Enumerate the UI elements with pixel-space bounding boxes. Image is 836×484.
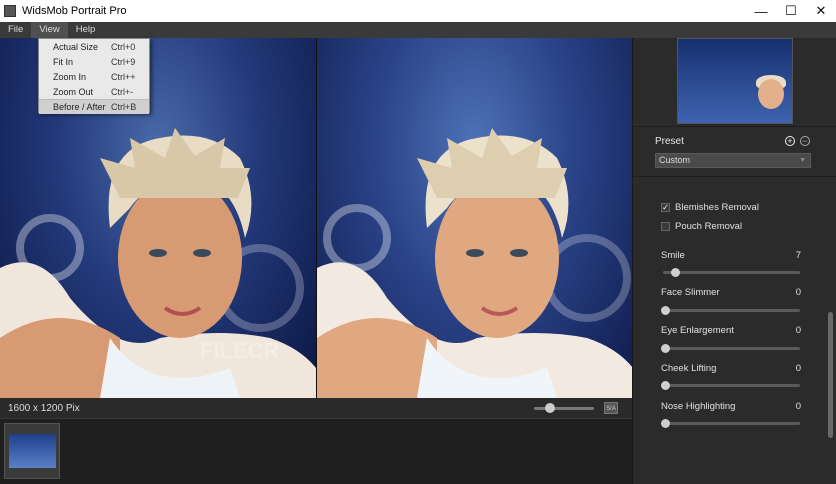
filmstrip bbox=[0, 418, 632, 484]
view-menu-dropdown: Actual Size Ctrl+0 Fit In Ctrl+9 Zoom In Ct… bbox=[38, 38, 150, 114]
minimize-button[interactable]: — bbox=[746, 0, 776, 22]
pouch-removal-label: Pouch Removal bbox=[675, 221, 743, 232]
menu-item-before-after[interactable]: Before / After Ctrl+B bbox=[39, 99, 149, 114]
adjustment-panel: Preset + − Custom ▼ ✓ Blemishes Removal … bbox=[632, 38, 836, 484]
menu-bar: File View Help bbox=[0, 22, 836, 38]
menu-file[interactable]: File bbox=[0, 22, 31, 38]
thumbnail[interactable] bbox=[4, 423, 60, 479]
menu-view[interactable]: View bbox=[31, 22, 68, 38]
window-title: WidsMob Portrait Pro bbox=[22, 5, 127, 17]
title-bar: WidsMob Portrait Pro — ☐ ✕ bbox=[0, 0, 836, 22]
face-slimmer-slider-knob[interactable] bbox=[661, 306, 670, 315]
face-slimmer-value: 0 bbox=[795, 287, 801, 298]
nose-highlighting-value: 0 bbox=[795, 401, 801, 412]
eye-enlargement-slider-knob[interactable] bbox=[661, 344, 670, 353]
menu-item-zoom-in[interactable]: Zoom In Ctrl++ bbox=[39, 69, 149, 84]
watermark: FILECR bbox=[200, 338, 280, 363]
eye-enlargement-slider[interactable] bbox=[663, 347, 800, 350]
pouch-removal-checkbox[interactable] bbox=[661, 222, 670, 231]
preview-face bbox=[758, 79, 784, 109]
face-slimmer-label: Face Slimmer bbox=[661, 287, 720, 298]
after-image bbox=[316, 38, 632, 398]
smile-slider-knob[interactable] bbox=[671, 268, 680, 277]
menu-item-fit-in[interactable]: Fit In Ctrl+9 bbox=[39, 54, 149, 69]
zoom-slider-knob[interactable] bbox=[545, 403, 555, 413]
blemishes-removal-label: Blemishes Removal bbox=[675, 202, 759, 213]
cheek-lifting-label: Cheek Lifting bbox=[661, 363, 717, 374]
nose-highlighting-slider[interactable] bbox=[663, 422, 800, 425]
status-bar: 1600 x 1200 Pix S/A bbox=[0, 398, 632, 418]
image-dimensions: 1600 x 1200 Pix bbox=[8, 402, 80, 414]
menu-help[interactable]: Help bbox=[68, 22, 104, 38]
preset-select[interactable]: Custom ▼ bbox=[655, 153, 811, 168]
close-button[interactable]: ✕ bbox=[806, 0, 836, 22]
divider bbox=[633, 176, 836, 177]
panel-scrollbar[interactable] bbox=[828, 312, 833, 438]
preset-value: Custom bbox=[659, 155, 691, 165]
cheek-lifting-value: 0 bbox=[795, 363, 801, 374]
chevron-down-icon: ▼ bbox=[799, 157, 806, 164]
nose-highlighting-slider-knob[interactable] bbox=[661, 419, 670, 428]
blemishes-removal-checkbox[interactable]: ✓ bbox=[661, 203, 670, 212]
nose-highlighting-label: Nose Highlighting bbox=[661, 401, 736, 412]
zoom-slider-track[interactable] bbox=[534, 407, 594, 410]
preset-label: Preset bbox=[655, 136, 684, 147]
smile-label: Smile bbox=[661, 250, 685, 261]
minus-circle-icon[interactable]: − bbox=[800, 136, 810, 146]
plus-circle-icon[interactable]: + bbox=[785, 136, 795, 146]
divider bbox=[633, 126, 836, 127]
maximize-button[interactable]: ☐ bbox=[776, 0, 806, 22]
smile-value: 7 bbox=[795, 250, 801, 261]
app-icon bbox=[4, 5, 16, 17]
eye-enlargement-value: 0 bbox=[795, 325, 801, 336]
eye-enlargement-label: Eye Enlargement bbox=[661, 325, 734, 336]
cheek-lifting-slider[interactable] bbox=[663, 384, 800, 387]
portrait-after bbox=[317, 128, 632, 398]
menu-item-zoom-out[interactable]: Zoom Out Ctrl+- bbox=[39, 84, 149, 99]
navigator-preview[interactable] bbox=[677, 38, 793, 124]
menu-item-actual-size[interactable]: Actual Size Ctrl+0 bbox=[39, 39, 149, 54]
smile-slider[interactable] bbox=[663, 271, 800, 274]
face-slimmer-slider[interactable] bbox=[663, 309, 800, 312]
thumbnail-image bbox=[9, 434, 56, 468]
split-view-button[interactable]: S/A bbox=[604, 402, 618, 414]
cheek-lifting-slider-knob[interactable] bbox=[661, 381, 670, 390]
